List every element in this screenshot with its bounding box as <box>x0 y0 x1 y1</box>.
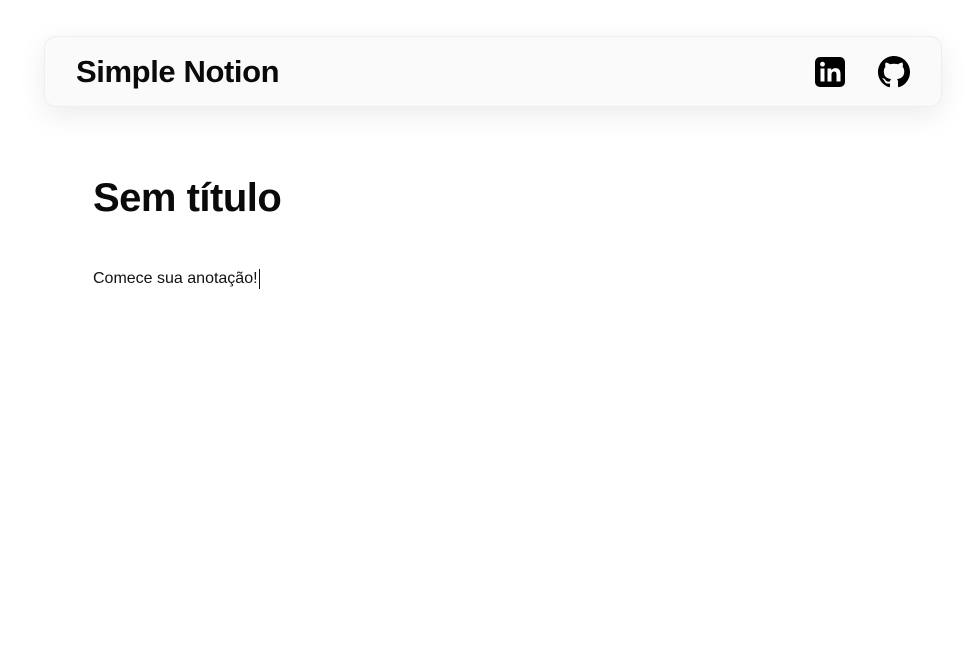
github-link[interactable] <box>878 55 910 88</box>
navbar: Simple Notion <box>44 36 942 107</box>
social-links <box>814 55 910 88</box>
linkedin-link[interactable] <box>814 56 846 88</box>
linkedin-icon <box>814 56 846 88</box>
note-body-text[interactable]: Comece sua anotação! <box>93 269 258 289</box>
note-title[interactable]: Sem título <box>93 172 893 224</box>
text-caret <box>258 269 260 289</box>
note-editor: Sem título Comece sua anotação! <box>93 172 893 289</box>
brand-title: Simple Notion <box>76 54 280 89</box>
app-page: Simple Notion Sem título Comece sua anot… <box>0 0 978 652</box>
github-icon <box>878 55 910 88</box>
note-body-editor[interactable]: Comece sua anotação! <box>93 269 893 289</box>
